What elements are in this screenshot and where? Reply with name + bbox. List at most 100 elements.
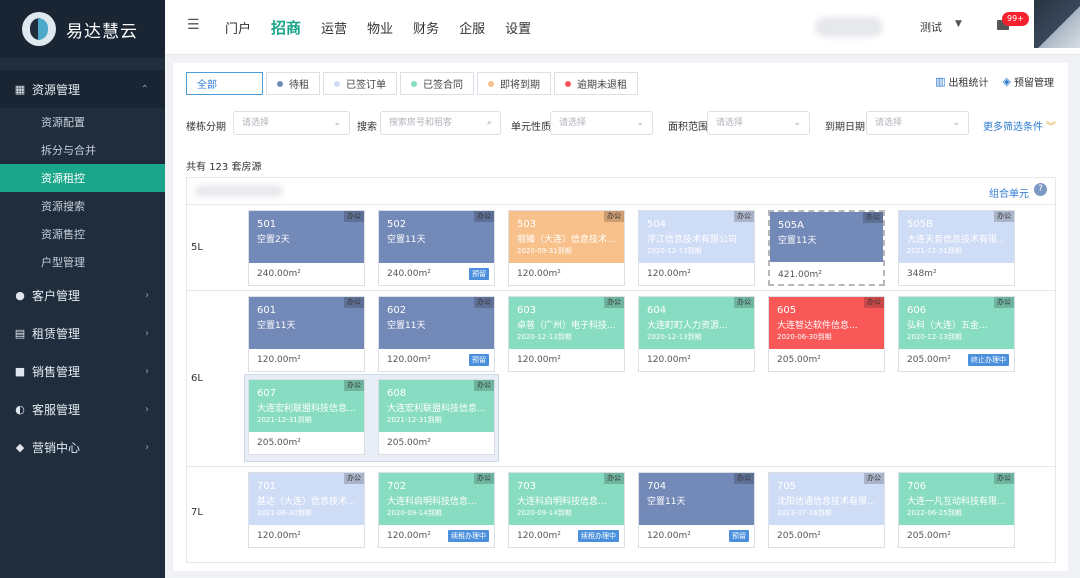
unit-area: 205.00m² bbox=[777, 531, 821, 541]
unit-card[interactable]: 办公 704 空置11天 120.00m² 预留 bbox=[638, 472, 755, 548]
unit-type-tag: 办公 bbox=[864, 473, 884, 484]
unit-card[interactable]: 办公 601 空置11天 120.00m² bbox=[248, 296, 365, 372]
sidebar-item-sale-control[interactable]: 资源售控 bbox=[0, 220, 165, 248]
unit-type-tag: 办公 bbox=[474, 473, 494, 484]
sidebar-item-config[interactable]: 资源配置 bbox=[0, 108, 165, 136]
unit-card[interactable]: 办公 702 大连科启明科技信息... 2020-09-14到期 120.00m² 续租办… bbox=[378, 472, 495, 548]
unit-action-button[interactable]: 预留 bbox=[729, 530, 749, 542]
building-select[interactable]: 请选择 ⌄ bbox=[233, 111, 350, 135]
area-select[interactable]: 请选择 ⌄ bbox=[707, 111, 810, 135]
expire-select[interactable]: 请选择 ⌄ bbox=[866, 111, 969, 135]
unit-expiry: 2020-12-13到期 bbox=[517, 333, 572, 341]
building-placeholder: 请选择 bbox=[242, 118, 270, 128]
unit-status: 丽臻（大连）信息技术... bbox=[517, 235, 616, 245]
grid-header: 组合单元 ? bbox=[187, 178, 1055, 205]
unit-area: 120.00m² bbox=[517, 355, 561, 365]
unit-card[interactable]: 办公 501 空置2天 240.00m² bbox=[248, 210, 365, 286]
unit-card[interactable]: 办公 602 空置11天 120.00m² 预留 bbox=[378, 296, 495, 372]
unit-number: 505B bbox=[907, 219, 933, 230]
area-placeholder: 请选择 bbox=[716, 118, 744, 128]
status-tab[interactable]: 全部 bbox=[186, 72, 263, 95]
help-icon[interactable]: ? bbox=[1034, 183, 1047, 196]
sidebar-group-service[interactable]: ◐ 客服管理 › bbox=[0, 390, 165, 428]
sidebar-item-rent-control[interactable]: 资源租控 bbox=[0, 164, 165, 192]
unit-card[interactable]: 办公 706 大连一凡互动科技有限... 2022-06-25到期 205.00m² bbox=[898, 472, 1015, 548]
unit-card[interactable]: 办公 705 沈阳信通信息技术有限... 2023-07-16到期 205.00m² bbox=[768, 472, 885, 548]
sidebar-item-layout[interactable]: 户型管理 bbox=[0, 248, 165, 276]
unit-card[interactable]: 办公 604 大连町町人力资源... 2020-12-13到期 120.00m² bbox=[638, 296, 755, 372]
filter-bar: 楼栋分期 请选择 ⌄ 搜索 搜索房号和租客 ⌕ 单元性质 请选择 ⌄ 面积范围 请选择… bbox=[186, 111, 1056, 137]
unit-type-tag: 办公 bbox=[344, 297, 364, 308]
chevron-down-icon: ⌄ bbox=[952, 118, 960, 128]
unit-area: 120.00m² bbox=[257, 355, 301, 365]
tab-portal[interactable]: 门户 bbox=[225, 18, 251, 37]
unit-card[interactable]: 办公 502 空置11天 240.00m² 预留 bbox=[378, 210, 495, 286]
status-tab-label: 已签订单 bbox=[346, 80, 386, 91]
unit-action-button[interactable]: 预留 bbox=[469, 268, 489, 280]
sidebar-group-marketing[interactable]: ◆ 营销中心 › bbox=[0, 428, 165, 466]
unit-status: 空置11天 bbox=[387, 235, 426, 245]
caret-down-icon[interactable]: ▼ bbox=[955, 19, 962, 29]
sidebar-group-sales[interactable]: ■ 销售管理 › bbox=[0, 352, 165, 390]
contract-icon: ▤ bbox=[14, 326, 26, 340]
unit-status: 大连一凡互动科技有限... bbox=[907, 497, 1006, 507]
status-tab[interactable]: 已签合同 bbox=[400, 72, 474, 95]
more-filters-link[interactable]: 更多筛选条件 ︾ bbox=[983, 118, 1056, 133]
sidebar-group-resource[interactable]: ▦ 资源管理 ⌃ bbox=[0, 70, 165, 108]
unit-action-button[interactable]: 续租办理中 bbox=[448, 530, 489, 542]
unit-area: 120.00m² bbox=[517, 531, 561, 541]
unit-status-area: 办公 502 空置11天 bbox=[379, 211, 494, 263]
unit-status-area: 办公 606 弘科（大连）五金... 2020-12-13到期 bbox=[899, 297, 1014, 349]
unit-action-button[interactable]: 续租办理中 bbox=[578, 530, 619, 542]
tab-settings[interactable]: 设置 bbox=[505, 18, 531, 37]
search-input[interactable]: 搜索房号和租客 ⌕ bbox=[380, 111, 501, 135]
status-tab[interactable]: 即将到期 bbox=[477, 72, 551, 95]
notification-badge: 99+ bbox=[1002, 12, 1029, 26]
chevron-right-icon: › bbox=[145, 365, 149, 377]
unit-card[interactable]: 办公 505A 空置11天 421.00m² bbox=[768, 210, 885, 286]
tab-enterprise[interactable]: 企服 bbox=[459, 18, 485, 37]
nature-select[interactable]: 请选择 ⌄ bbox=[550, 111, 653, 135]
unit-area: 120.00m² bbox=[647, 269, 691, 279]
user-name[interactable]: 测试 bbox=[920, 19, 942, 35]
status-tab[interactable]: 逾期未退租 bbox=[554, 72, 638, 95]
unit-card[interactable]: 办公 603 卓普（广州）电子科技... 2020-12-13到期 120.00m² bbox=[508, 296, 625, 372]
unit-area: 120.00m² bbox=[387, 355, 431, 365]
sidebar-group-customer[interactable]: ● 客户管理 › bbox=[0, 276, 165, 314]
unit-status-area: 办公 603 卓普（广州）电子科技... 2020-12-13到期 bbox=[509, 297, 624, 349]
avatar[interactable] bbox=[1034, 0, 1080, 48]
unit-card[interactable]: 办公 503 丽臻（大连）信息技术... 2020-09-31到期 120.00m² bbox=[508, 210, 625, 286]
unit-card[interactable]: 办公 504 浮江信息技术有限公司 2020-12-13到期 120.00m² bbox=[638, 210, 755, 286]
menu-toggle-icon[interactable]: ☰ bbox=[187, 17, 200, 33]
unit-card[interactable]: 办公 605 大连智达软件信息... 2020-06-30到期 205.00m² bbox=[768, 296, 885, 372]
status-tab-label: 已签合同 bbox=[423, 80, 463, 91]
unit-card[interactable]: 办公 505B 大连天音信息技术有限... 2021-12-31到期 348m² bbox=[898, 210, 1015, 286]
status-tab[interactable]: 已签订单 bbox=[323, 72, 397, 95]
unit-status-area: 办公 505A 空置11天 bbox=[770, 212, 883, 262]
tab-operation[interactable]: 运营 bbox=[321, 18, 347, 37]
unit-action-button[interactable]: 终止办理中 bbox=[968, 354, 1009, 366]
unit-area: 240.00m² bbox=[387, 269, 431, 279]
unit-action-button[interactable]: 预留 bbox=[469, 354, 489, 366]
sidebar-group-lease[interactable]: ▤ 租赁管理 › bbox=[0, 314, 165, 352]
unit-card[interactable]: 办公 701 基达（大连）信息技术... 2021-06-30到期 120.00m² bbox=[248, 472, 365, 548]
unit-type-tag: 办公 bbox=[474, 211, 494, 222]
rental-stats-button[interactable]: ▥ 出租统计 bbox=[935, 74, 988, 89]
reserve-manage-button[interactable]: ◈ 预留管理 bbox=[1003, 74, 1054, 89]
combine-units-link[interactable]: 组合单元 bbox=[989, 185, 1029, 200]
sidebar-item-search[interactable]: 资源搜索 bbox=[0, 192, 165, 220]
unit-card[interactable]: 办公 606 弘科（大连）五金... 2020-12-13到期 205.00m² 终止办理… bbox=[898, 296, 1015, 372]
unit-card[interactable]: 办公 608 大连宏利联盟科技信息... 2021-12-31到期 205.00m² bbox=[378, 379, 495, 455]
unit-expiry: 2020-09-31到期 bbox=[517, 247, 572, 255]
tab-leasing[interactable]: 招商 bbox=[271, 17, 301, 38]
unit-status-area: 办公 605 大连智达软件信息... 2020-06-30到期 bbox=[769, 297, 884, 349]
tab-finance[interactable]: 财务 bbox=[413, 18, 439, 37]
rental-stats-label: 出租统计 bbox=[948, 78, 989, 89]
unit-card[interactable]: 办公 607 大连宏利联盟科技信息... 2021-12-31到期 205.00m² bbox=[248, 379, 365, 455]
tab-property[interactable]: 物业 bbox=[367, 18, 393, 37]
unit-card[interactable]: 办公 703 大连科启明科技信息... 2020-09-14到期 120.00m² 续租办… bbox=[508, 472, 625, 548]
chevron-up-icon: ⌃ bbox=[140, 83, 149, 95]
sidebar-item-split[interactable]: 拆分与合并 bbox=[0, 136, 165, 164]
unit-status-area: 办公 703 大连科启明科技信息... 2020-09-14到期 bbox=[509, 473, 624, 525]
status-tab[interactable]: 待租 bbox=[266, 72, 320, 95]
